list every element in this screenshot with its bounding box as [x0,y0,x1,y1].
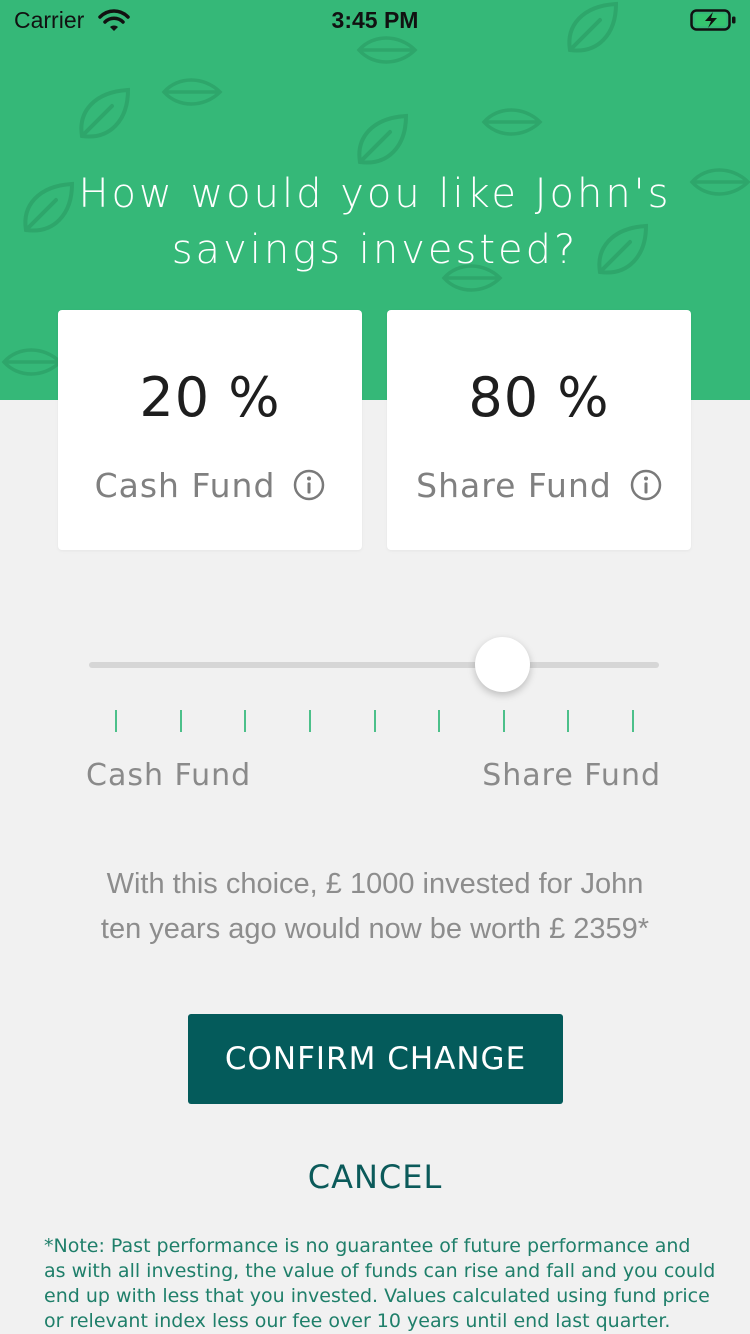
allocation-slider-thumb[interactable] [475,637,531,692]
page-title-line1: How would you like John's [78,171,672,217]
disclaimer-note: *Note: Past performance is no guarantee … [44,1235,716,1332]
status-bar: Carrier 3:45 PM [0,0,750,40]
slider-right-label: Share Fund [482,758,661,793]
slider-left-label: Cash Fund [86,758,252,793]
share-fund-label-row: Share Fund [387,466,691,505]
page-title: How would you like John's savings invest… [40,166,710,278]
slider-tick [373,710,376,732]
cash-fund-label: Cash Fund [94,466,276,505]
projection-summary-line2: ten years ago would now be worth £ 2359* [100,913,650,945]
slider-tick [179,710,182,732]
leaf-icon [357,113,409,165]
info-icon[interactable] [630,469,662,501]
confirm-change-button[interactable]: CONFIRM CHANGE [188,1014,563,1104]
share-fund-label: Share Fund [416,466,612,505]
slider-tick [567,710,570,732]
cash-fund-label-row: Cash Fund [58,466,362,505]
cancel-button[interactable]: CANCEL [0,1158,750,1196]
share-fund-percent: 80 % [468,366,610,429]
projection-summary-line1: With this choice, £ 1000 invested for Jo… [106,868,644,900]
slider-tick [308,710,311,732]
slider-tick [502,710,505,732]
slider-tick [632,710,634,732]
leaf-icon [161,78,223,106]
cash-fund-card: 20 % Cash Fund [58,310,362,550]
info-icon[interactable] [293,469,325,501]
battery-charging-icon [690,9,736,31]
slider-tick [438,710,441,732]
cash-fund-percent: 20 % [139,366,281,429]
leaf-icon [79,87,131,139]
page-title-line2: savings invested? [171,227,579,273]
leaf-icon [1,348,63,376]
allocation-slider-track[interactable] [89,662,659,668]
clock-time: 3:45 PM [331,7,419,33]
slider-tick [115,710,117,732]
share-fund-card: 80 % Share Fund [387,310,691,550]
projection-summary: With this choice, £ 1000 invested for Jo… [30,862,720,952]
slider-tick [244,710,247,732]
leaf-icon [481,108,543,136]
